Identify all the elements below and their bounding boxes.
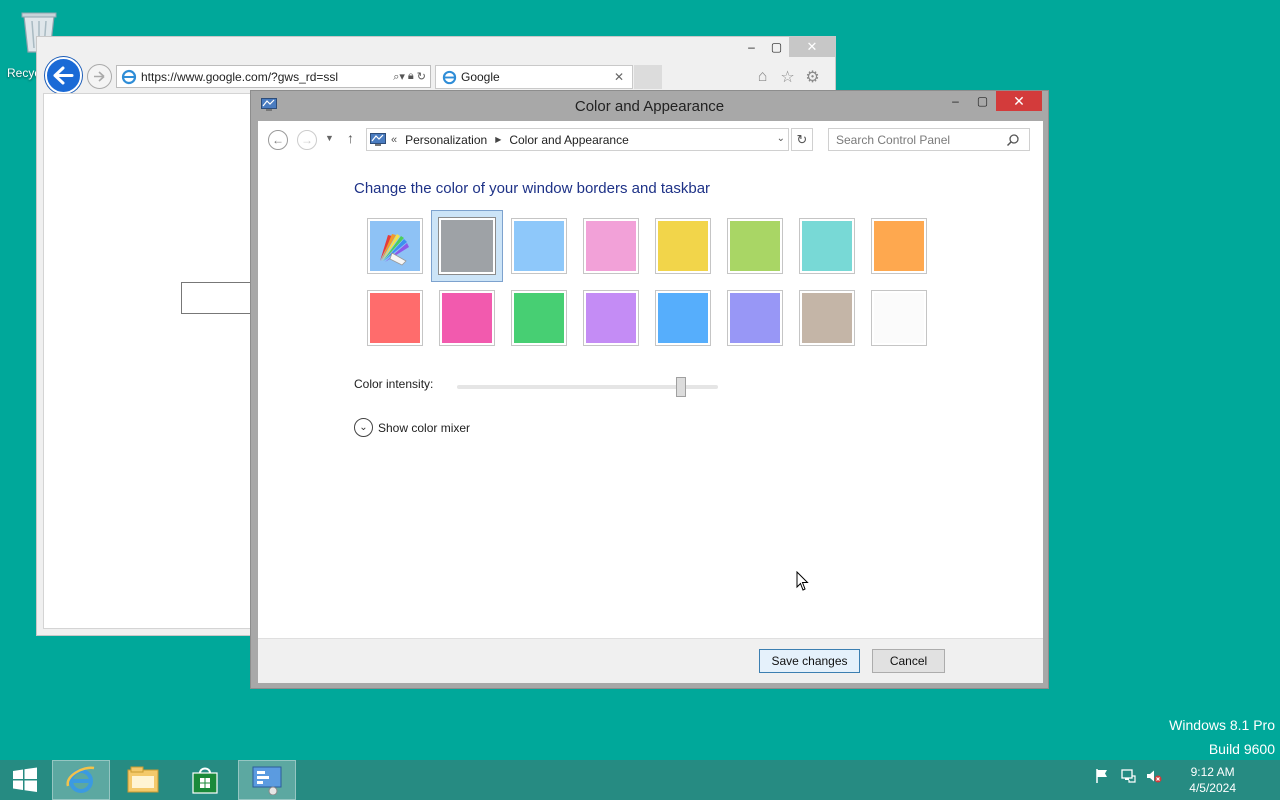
action-center-flag-icon[interactable] <box>1094 768 1110 784</box>
breadcrumb-color-appearance[interactable]: Color and Appearance <box>509 133 628 147</box>
browser-forward-button[interactable] <box>87 64 112 89</box>
taskbar-internet-explorer[interactable] <box>52 760 110 800</box>
show-color-mixer-toggle[interactable]: ⌄ Show color mixer <box>354 418 470 437</box>
chevron-right-icon[interactable]: ▶ <box>495 135 501 144</box>
taskbar-control-panel[interactable] <box>238 760 296 800</box>
control-panel-icon <box>370 132 386 146</box>
color-swatch-automatic[interactable] <box>367 218 423 274</box>
ie-logo-icon <box>121 69 137 84</box>
lock-icon[interactable]: 🔒︎ <box>408 70 414 84</box>
back-button[interactable]: ← <box>268 130 288 150</box>
color-swatch-periwinkle[interactable] <box>727 290 783 346</box>
tab-close-button[interactable]: ✕ <box>614 70 632 84</box>
button-footer: Save changes Cancel <box>258 638 1043 683</box>
color-swatch-white[interactable] <box>871 290 927 346</box>
search-icon[interactable] <box>1006 133 1020 147</box>
color-swatch-lime[interactable] <box>727 218 783 274</box>
favorites-star-icon[interactable]: ☆ <box>778 67 797 86</box>
navigation-bar: ← → ▼ ↑ « Personalization ▶ Color and Ap… <box>258 121 1043 157</box>
system-clock[interactable]: 9:12 AM 4/5/2024 <box>1189 764 1236 796</box>
windows-logo-icon <box>13 767 37 792</box>
up-arrow-icon[interactable]: ↑ <box>347 130 354 146</box>
page-search-input[interactable] <box>181 282 261 314</box>
color-swatch-teal[interactable] <box>799 218 855 274</box>
arrow-left-icon: ← <box>272 133 284 147</box>
color-intensity-slider-thumb[interactable] <box>676 377 687 397</box>
color-swatch-orange[interactable] <box>871 218 927 274</box>
search-input[interactable] <box>829 132 1004 147</box>
browser-caption-buttons: – ▢ ✕ <box>739 37 835 59</box>
page-heading: Change the color of your window borders … <box>354 180 711 197</box>
color-intensity-label: Color intensity: <box>354 377 434 391</box>
home-icon[interactable]: ⌂ <box>753 67 772 86</box>
minimize-button[interactable]: – <box>942 91 969 111</box>
refresh-icon[interactable]: ↻ <box>417 70 426 84</box>
automatic-color-palette-icon <box>370 221 420 271</box>
arrow-right-icon: → <box>301 133 313 147</box>
color-swatch-red[interactable] <box>367 290 423 346</box>
breadcrumb-personalization[interactable]: Personalization <box>405 133 487 147</box>
network-icon[interactable] <box>1120 768 1136 784</box>
notification-area <box>1094 768 1162 784</box>
color-appearance-window[interactable]: Color and Appearance – ▢ ✕ ← → ▼ ↑ « Per… <box>250 90 1049 689</box>
close-button[interactable]: ✕ <box>996 91 1042 111</box>
color-swatch-pink[interactable] <box>583 218 639 274</box>
color-swatch-yellow[interactable] <box>655 218 711 274</box>
arrow-left-icon <box>53 66 74 85</box>
maximize-button[interactable]: ▢ <box>969 91 996 111</box>
color-swatch-taupe[interactable] <box>799 290 855 346</box>
color-swatch-green[interactable] <box>511 290 567 346</box>
address-url[interactable]: https://www.google.com/?gws_rd=ssl <box>141 70 393 84</box>
color-swatch-magenta[interactable] <box>439 290 495 346</box>
browser-minimize-button[interactable]: – <box>739 37 764 57</box>
window-body: ← → ▼ ↑ « Personalization ▶ Color and Ap… <box>258 121 1043 683</box>
recent-locations-chevron-icon[interactable]: ▼ <box>325 133 334 143</box>
settings-gear-icon[interactable]: ⚙ <box>803 67 822 86</box>
breadcrumb-overflow-icon[interactable]: « <box>391 134 397 146</box>
volume-muted-icon[interactable] <box>1146 768 1162 784</box>
control-panel-icon <box>252 766 282 795</box>
title-bar[interactable]: Color and Appearance – ▢ ✕ <box>251 91 1048 121</box>
taskbar-store[interactable] <box>176 760 234 800</box>
expand-chevron-icon: ⌄ <box>354 418 373 437</box>
show-color-mixer-label: Show color mixer <box>378 420 471 435</box>
address-bar[interactable]: https://www.google.com/?gws_rd=ssl ⌕▾ 🔒︎… <box>116 65 431 88</box>
refresh-button[interactable]: ↻ <box>791 128 813 151</box>
browser-back-button[interactable] <box>45 57 82 94</box>
browser-maximize-button[interactable]: ▢ <box>764 37 789 57</box>
color-swatch-light-blue[interactable] <box>511 218 567 274</box>
taskbar-file-explorer[interactable] <box>114 760 172 800</box>
breadcrumb[interactable]: « Personalization ▶ Color and Appearance… <box>366 128 789 151</box>
windows-edition-watermark: Windows 8.1 Pro <box>1169 717 1275 733</box>
forward-button[interactable]: → <box>297 130 317 150</box>
internet-explorer-icon <box>66 766 95 793</box>
tab-title: Google <box>461 70 500 84</box>
arrow-right-icon <box>94 71 105 82</box>
windows-build-watermark: Build 9600 <box>1208 741 1275 757</box>
save-changes-button[interactable]: Save changes <box>759 649 860 673</box>
search-icon[interactable]: ⌕▾ <box>393 70 405 84</box>
window-title: Color and Appearance <box>574 98 725 115</box>
new-tab-button[interactable] <box>634 65 662 89</box>
clock-time: 9:12 AM <box>1190 765 1235 779</box>
folder-icon <box>127 766 159 793</box>
taskbar: 9:12 AM 4/5/2024 <box>0 760 1280 800</box>
color-swatch-gray[interactable] <box>431 210 503 282</box>
ie-logo-icon <box>442 70 457 84</box>
clock-date: 4/5/2024 <box>1189 781 1236 795</box>
start-button[interactable] <box>0 760 50 800</box>
browser-close-button[interactable]: ✕ <box>789 37 835 57</box>
cancel-button[interactable]: Cancel <box>872 649 945 673</box>
chevron-down-icon[interactable]: ⌄ <box>777 133 785 144</box>
color-swatch-blue[interactable] <box>655 290 711 346</box>
color-swatch-purple[interactable] <box>583 290 639 346</box>
mouse-cursor-icon <box>796 571 809 591</box>
store-bag-icon <box>192 767 218 794</box>
refresh-icon: ↻ <box>796 131 808 147</box>
search-box[interactable] <box>828 128 1030 151</box>
browser-tab-google[interactable]: Google ✕ <box>435 65 633 89</box>
